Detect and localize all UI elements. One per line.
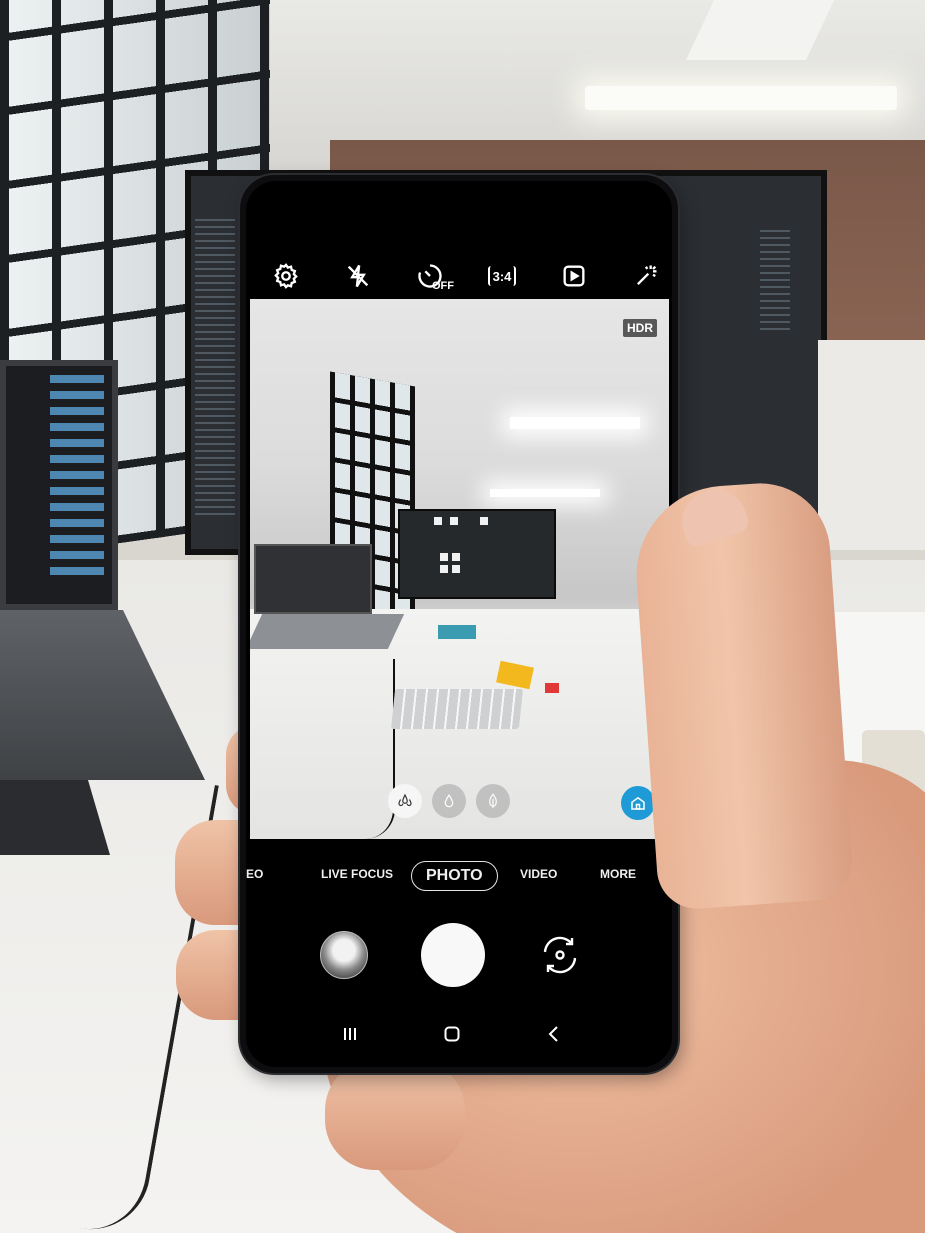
laptop-dock-icons [50,375,104,575]
ratio-frame: 3:4 [487,266,517,286]
recent-apps-icon[interactable] [335,1019,365,1049]
vf-monitor-window [440,553,448,561]
system-navigation-bar [246,1019,672,1049]
whiteboard [818,340,925,550]
vf-cable [335,659,395,839]
vf-monitor-window [480,517,488,525]
timer-button[interactable]: OFF [410,256,454,296]
vf-monitor-window [434,517,442,525]
finger [325,1060,465,1170]
filter-drops-icon[interactable] [388,784,422,818]
vf-monitor-window [452,553,460,561]
home-icon[interactable] [621,786,655,820]
filter-drop-icon[interactable] [432,784,466,818]
camera-app-screen: OFF 3:4 HDR EO LIVE FOCUS PHOTO VIDEO MO… [246,181,672,1067]
thumb [630,478,855,912]
mode-video[interactable]: VIDEO [520,867,557,881]
sparkle-icon[interactable] [626,256,666,296]
ceiling-light [585,86,897,110]
mode-photo[interactable]: PHOTO [411,861,498,891]
back-icon[interactable] [539,1019,569,1049]
mode-live-focus[interactable]: LIVE FOCUS [321,867,393,881]
aspect-ratio-button[interactable]: 3:4 [482,256,522,296]
aspect-ratio-label: 3:4 [492,269,512,284]
vf-laptop-base [250,614,405,649]
vf-object [438,625,476,639]
vf-laptop [254,544,372,614]
gear-icon[interactable] [266,256,306,296]
shutter-row [246,919,672,989]
hdr-badge[interactable]: HDR [623,319,657,337]
mode-video-partial[interactable]: EO [246,867,263,881]
vf-ceiling-light [510,417,640,429]
vf-monitor-window [452,565,460,573]
filter-row [388,784,510,818]
home-button-icon[interactable] [437,1019,467,1049]
vf-monitor [398,509,556,599]
vf-monitor-window [440,565,448,573]
vf-ceiling-light [490,489,600,497]
camera-viewfinder[interactable]: HDR [250,299,669,839]
gallery-thumbnail[interactable] [320,931,368,979]
timer-label: OFF [432,280,454,292]
vf-object [545,683,559,693]
flash-off-icon[interactable] [338,256,378,296]
switch-camera-icon[interactable] [534,929,586,981]
monitor-code-right [760,230,790,330]
vf-keyboard [390,689,524,729]
shutter-button[interactable] [421,923,485,987]
camera-top-bar: OFF 3:4 [266,251,666,301]
camera-mode-selector: EO LIVE FOCUS PHOTO VIDEO MORE [246,861,672,895]
smartphone: OFF 3:4 HDR EO LIVE FOCUS PHOTO VIDEO MO… [240,175,678,1073]
monitor-code [195,215,235,515]
filter-leaf-icon[interactable] [476,784,510,818]
motion-photo-icon[interactable] [554,256,594,296]
mode-more[interactable]: MORE [600,867,636,881]
vf-monitor-window [450,517,458,525]
